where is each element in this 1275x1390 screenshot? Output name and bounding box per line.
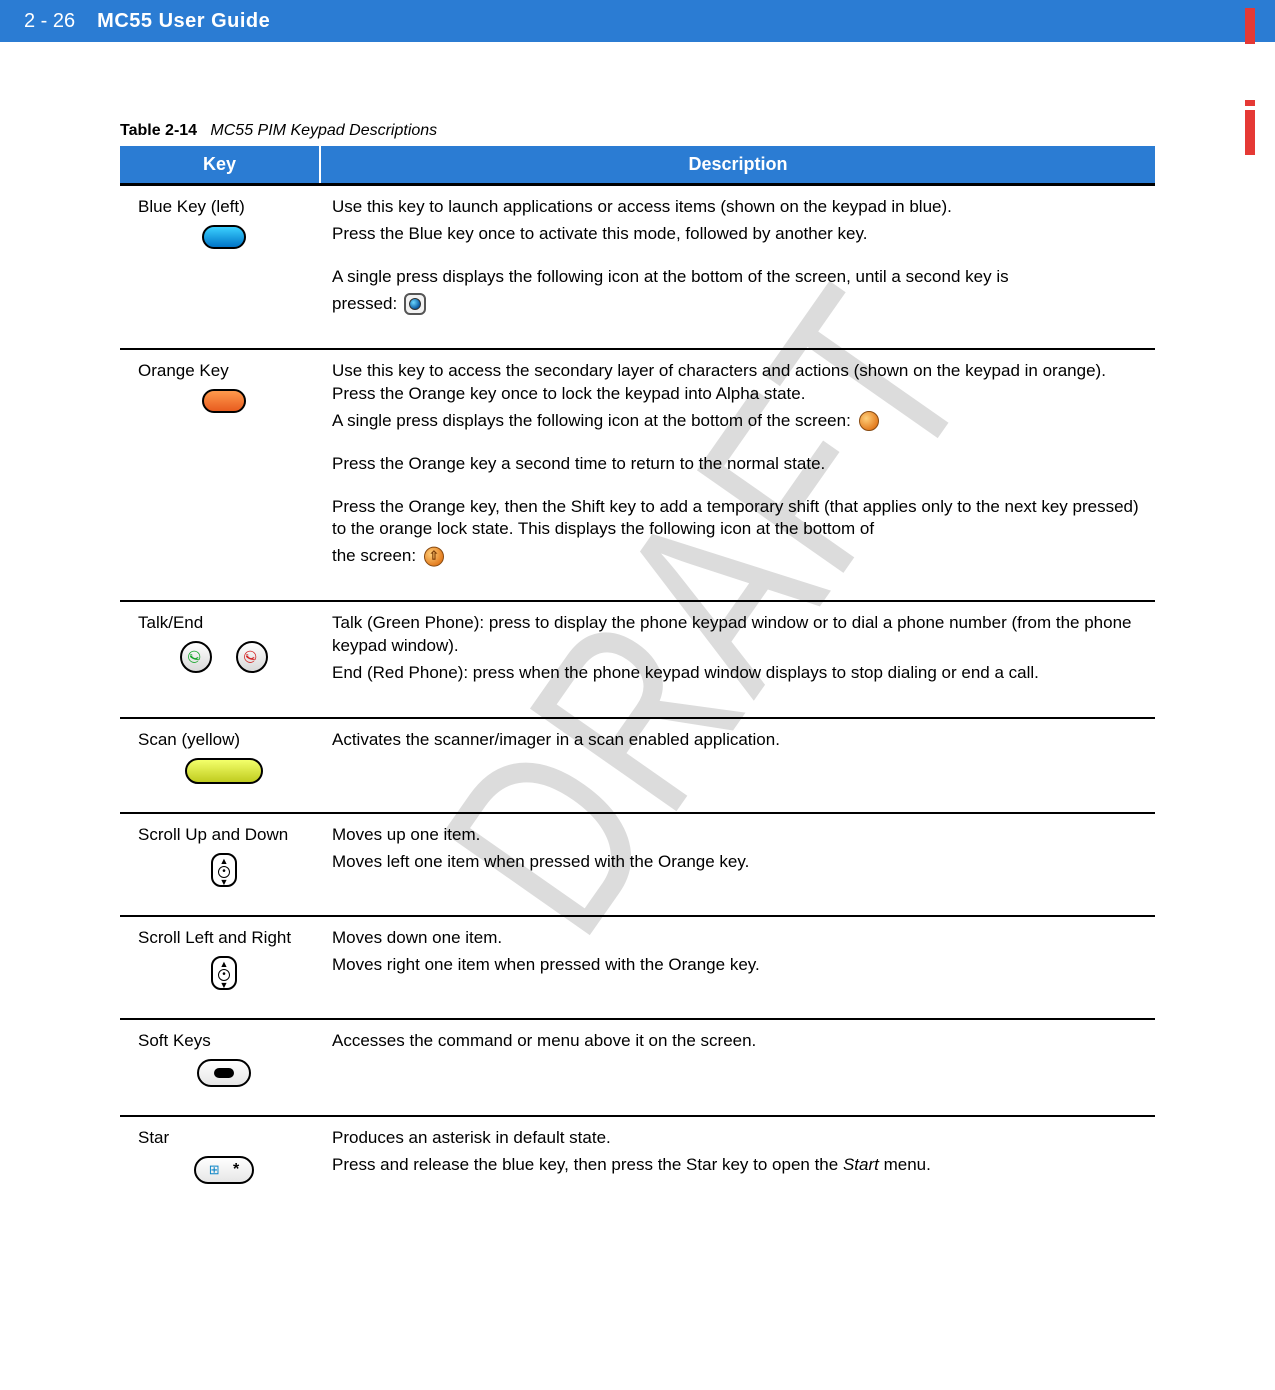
desc-text: End (Red Phone): press when the phone ke… — [332, 662, 1145, 685]
table-row: Soft Keys Accesses the command or menu a… — [120, 1019, 1155, 1116]
keypad-table: Key Description Blue Key (left) Use this… — [120, 146, 1155, 1194]
table-row: Talk/End ✆ ✆ Talk (Green Phone): press t… — [120, 601, 1155, 718]
red-marker-icon — [1245, 8, 1255, 44]
star-key-icon: ⊞* — [194, 1156, 254, 1184]
desc-text: Moves left one item when pressed with th… — [332, 851, 1145, 874]
desc-text: Talk (Green Phone): press to display the… — [332, 612, 1145, 658]
key-name: Soft Keys — [138, 1030, 310, 1053]
key-name: Scroll Up and Down — [138, 824, 310, 847]
desc-text: Moves up one item. — [332, 824, 1145, 847]
orange-mode-icon — [858, 410, 880, 432]
table-row: Scroll Up and Down ▲•▼ Moves up one item… — [120, 813, 1155, 916]
desc-text: Use this key to launch applications or a… — [332, 196, 1145, 219]
table-row: Orange Key Use this key to access the se… — [120, 349, 1155, 602]
page-number: 2 - 26 — [24, 10, 75, 33]
desc-text: Moves right one item when pressed with t… — [332, 954, 1145, 977]
soft-key-icon — [197, 1059, 251, 1087]
desc-text: Press the Orange key a second time to re… — [332, 453, 1145, 476]
key-name: Scan (yellow) — [138, 729, 310, 752]
end-phone-icon: ✆ — [236, 641, 268, 673]
page-header: 2 - 26 MC55 User Guide — [0, 0, 1275, 42]
key-name: Talk/End — [138, 612, 310, 635]
orange-key-icon — [202, 389, 246, 413]
desc-text: Use this key to access the secondary lay… — [332, 360, 1145, 406]
table-row: Scroll Left and Right ▲•▼ Moves down one… — [120, 916, 1155, 1019]
desc-text: A single press displays the following ic… — [332, 410, 1145, 433]
key-name: Star — [138, 1127, 310, 1150]
table-row: Scan (yellow) Activates the scanner/imag… — [120, 718, 1155, 813]
desc-text: Moves down one item. — [332, 927, 1145, 950]
desc-text: Accesses the command or menu above it on… — [332, 1030, 1145, 1053]
talk-phone-icon: ✆ — [180, 641, 212, 673]
desc-text: Activates the scanner/imager in a scan e… — [332, 729, 1145, 752]
doc-title: MC55 User Guide — [97, 10, 270, 33]
col-description: Description — [320, 146, 1155, 185]
key-name: Scroll Left and Right — [138, 927, 310, 950]
desc-text: Press the Blue key once to activate this… — [332, 223, 1145, 246]
desc-text: Produces an asterisk in default state. — [332, 1127, 1145, 1150]
scroll-updown-icon: ▲•▼ — [211, 853, 237, 887]
orange-shift-icon — [423, 546, 445, 568]
blue-mode-icon — [404, 293, 426, 315]
table-row: Blue Key (left) Use this key to launch a… — [120, 185, 1155, 349]
caption-title: MC55 PIM Keypad Descriptions — [210, 122, 437, 139]
key-name: Blue Key (left) — [138, 196, 310, 219]
desc-text: pressed: — [332, 293, 1145, 316]
scan-key-icon — [185, 758, 263, 784]
blue-key-icon — [202, 225, 246, 249]
scroll-leftright-icon: ▲•▼ — [211, 956, 237, 990]
desc-text: A single press displays the following ic… — [332, 266, 1145, 289]
desc-text: Press and release the blue key, then pre… — [332, 1154, 1145, 1177]
table-caption: Table 2-14 MC55 PIM Keypad Descriptions — [120, 122, 1155, 140]
desc-text: Press the Orange key, then the Shift key… — [332, 496, 1145, 542]
col-key: Key — [120, 146, 320, 185]
table-row: Star ⊞* Produces an asterisk in default … — [120, 1116, 1155, 1194]
desc-text: the screen: — [332, 545, 1145, 568]
caption-label: Table 2-14 — [120, 122, 197, 139]
key-name: Orange Key — [138, 360, 310, 383]
